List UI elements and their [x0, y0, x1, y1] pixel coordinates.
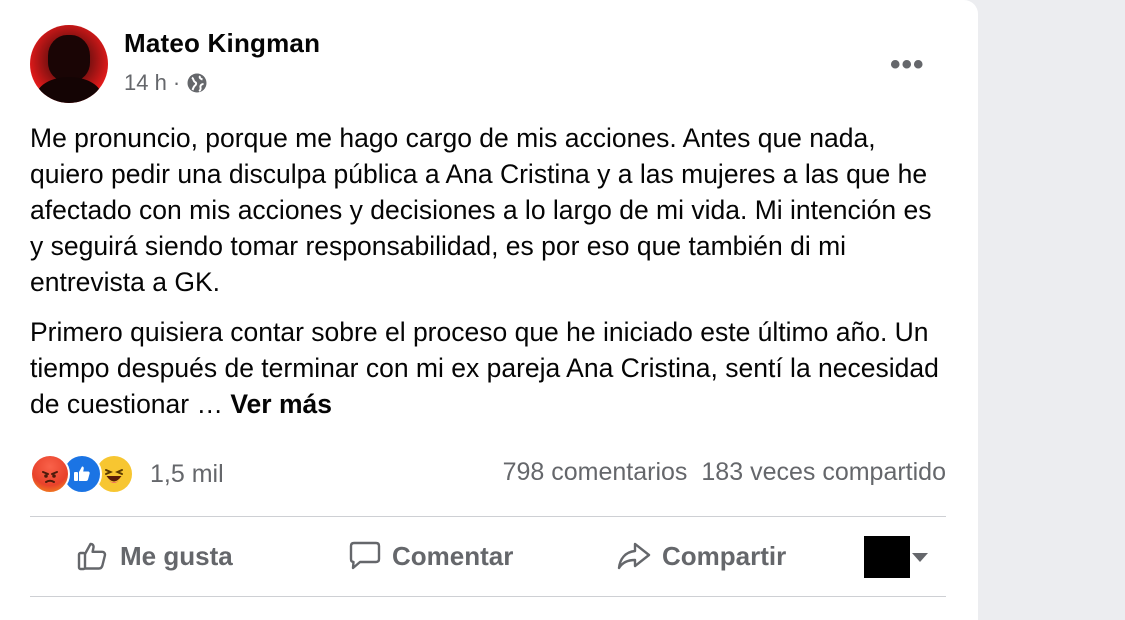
like-label: Me gusta	[120, 540, 233, 571]
comment-label: Comentar	[392, 540, 514, 571]
avatar-shoulders	[36, 77, 102, 103]
comment-button[interactable]: Comentar	[348, 539, 513, 573]
comment-bubble-icon	[348, 539, 382, 573]
action-bar: Me gusta Comentar Compartir	[30, 520, 946, 592]
globe-icon[interactable]	[186, 72, 208, 94]
share-arrow-icon	[616, 539, 652, 573]
divider-top	[30, 516, 946, 517]
author-name[interactable]: Mateo Kingman	[124, 28, 320, 59]
avatar-silhouette	[48, 35, 90, 81]
post-paragraph-2-text: Primero quisiera contar sobre el proceso…	[30, 317, 939, 419]
page-background	[978, 0, 1125, 600]
thumbs-up-icon	[76, 539, 110, 573]
reactions-summary[interactable]: 1,5 mil	[30, 454, 224, 494]
comment-count[interactable]: 798 comentarios	[503, 458, 688, 487]
share-button[interactable]: Compartir	[616, 539, 786, 573]
post-meta: 14 h ·	[124, 70, 208, 96]
reaction-count[interactable]: 1,5 mil	[150, 460, 224, 489]
like-button[interactable]: Me gusta	[76, 539, 233, 573]
more-options-icon[interactable]: •••	[890, 48, 925, 82]
post-paragraph-1: Me pronuncio, porque me hago cargo de mi…	[30, 123, 932, 297]
meta-separator: ·	[172, 70, 181, 95]
post-stats: 798 comentarios 183 veces compartido	[503, 458, 946, 487]
divider-bottom	[30, 596, 946, 597]
see-more-link[interactable]: Ver más	[230, 389, 332, 419]
reaction-audience-selector[interactable]	[864, 536, 928, 578]
post-time[interactable]: 14 h	[124, 70, 167, 96]
redacted-profile-picture	[864, 536, 910, 578]
post-body: Me pronuncio, porque me hago cargo de mi…	[30, 120, 950, 422]
post-card: Mateo Kingman 14 h · ••• Me pronuncio, p…	[0, 0, 978, 620]
caret-down-icon	[912, 552, 928, 562]
avatar[interactable]	[30, 25, 108, 103]
post-paragraph-2: Primero quisiera contar sobre el proceso…	[30, 314, 950, 422]
angry-reaction-icon	[30, 454, 70, 494]
share-label: Compartir	[662, 540, 787, 571]
share-count[interactable]: 183 veces compartido	[701, 458, 946, 487]
